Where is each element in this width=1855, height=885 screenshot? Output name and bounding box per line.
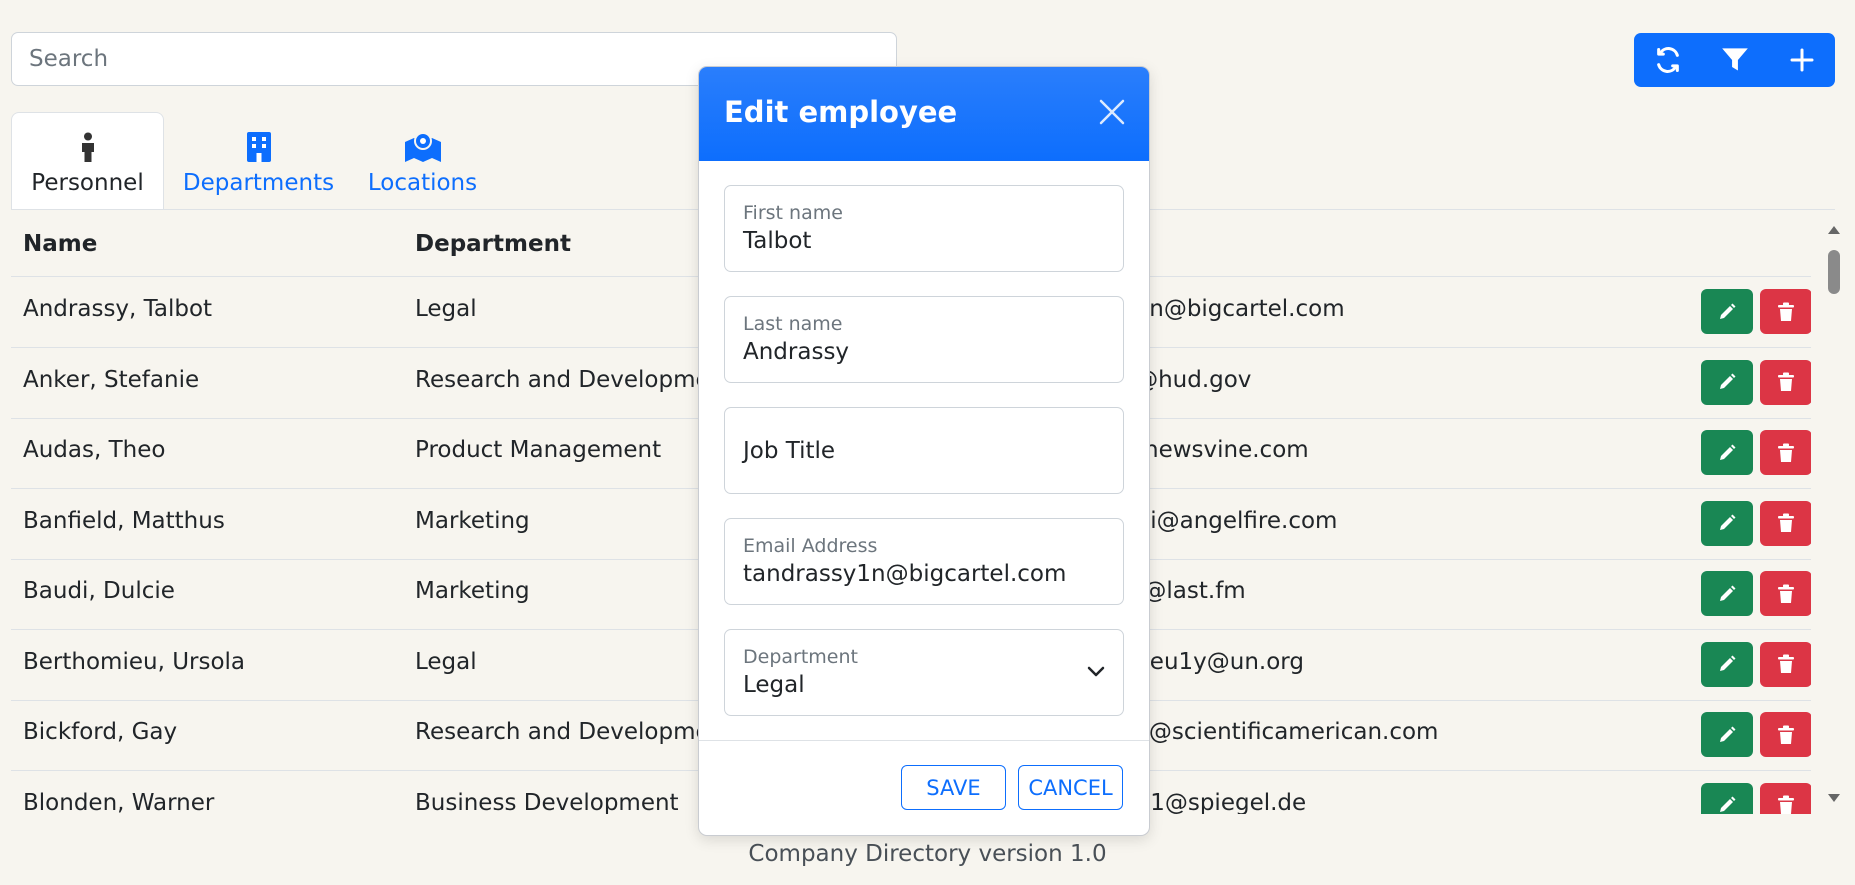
employee-department: Marketing bbox=[415, 507, 530, 534]
tab-personnel[interactable]: Personnel bbox=[11, 112, 164, 210]
tab-locations-label: Locations bbox=[367, 170, 478, 196]
edit-button[interactable] bbox=[1701, 500, 1753, 546]
person-icon bbox=[81, 132, 94, 162]
delete-button[interactable] bbox=[1760, 782, 1811, 814]
employee-department: Business Development bbox=[415, 789, 679, 815]
employee-name: Berthomieu, Ursola bbox=[23, 648, 246, 675]
add-button[interactable] bbox=[1768, 33, 1835, 87]
edit-button[interactable] bbox=[1701, 571, 1753, 616]
plus-icon bbox=[1790, 48, 1813, 72]
employee-department: Research and Development bbox=[415, 719, 734, 745]
edit-button[interactable] bbox=[1701, 430, 1753, 475]
email-value: tandrassy1n@bigcartel.com bbox=[743, 561, 1067, 587]
pencil-icon bbox=[1720, 726, 1736, 742]
edit-button[interactable] bbox=[1701, 712, 1753, 757]
delete-button[interactable] bbox=[1760, 712, 1811, 757]
pencil-icon bbox=[1720, 444, 1736, 460]
modal-header: Edit employee bbox=[699, 67, 1149, 161]
trash-icon bbox=[1778, 513, 1794, 532]
trash-icon bbox=[1778, 654, 1794, 673]
refresh-icon bbox=[1656, 47, 1679, 73]
edit-employee-modal: Edit employee First name Talbot Last nam… bbox=[698, 66, 1150, 836]
map-location-icon bbox=[404, 132, 441, 162]
department-value: Legal bbox=[743, 672, 805, 698]
trash-icon bbox=[1778, 584, 1794, 603]
trash-icon bbox=[1778, 302, 1794, 321]
last-name-label: Last name bbox=[743, 313, 843, 335]
email-label: Email Address bbox=[743, 535, 878, 557]
modal-footer-divider bbox=[699, 740, 1149, 741]
footer-version: Company Directory version 1.0 bbox=[748, 841, 1107, 867]
job-title-placeholder: Job Title bbox=[743, 438, 836, 464]
last-name-value: Andrassy bbox=[743, 339, 850, 365]
delete-button[interactable] bbox=[1760, 571, 1811, 616]
delete-button[interactable] bbox=[1760, 430, 1811, 475]
tab-locations[interactable]: Locations bbox=[359, 112, 486, 210]
pencil-icon bbox=[1720, 796, 1736, 812]
delete-button[interactable] bbox=[1760, 641, 1811, 687]
modal-title: Edit employee bbox=[724, 95, 958, 129]
employee-name: Andrassy, Talbot bbox=[23, 296, 213, 322]
employee-email: y1n@bigcartel.com bbox=[1121, 296, 1345, 322]
edit-button[interactable] bbox=[1701, 289, 1753, 334]
pencil-icon bbox=[1720, 373, 1736, 389]
tab-departments-label: Departments bbox=[182, 170, 335, 196]
employee-department: Legal bbox=[415, 648, 477, 675]
employee-department: Marketing bbox=[415, 578, 530, 604]
last-name-field[interactable]: Last name Andrassy bbox=[724, 296, 1124, 383]
employee-email: d1i@angelfire.com bbox=[1121, 507, 1338, 534]
table-scrollbar[interactable] bbox=[1823, 222, 1845, 806]
employee-name: Baudi, Dulcie bbox=[23, 578, 175, 604]
employee-department: Product Management bbox=[415, 437, 662, 463]
pencil-icon bbox=[1720, 655, 1736, 671]
employee-name: Audas, Theo bbox=[23, 437, 166, 463]
trash-icon bbox=[1778, 725, 1794, 744]
building-icon bbox=[246, 132, 271, 162]
employee-email: dk@scientificamerican.com bbox=[1121, 719, 1439, 745]
employee-name: Anker, Stefanie bbox=[23, 366, 200, 393]
edit-button[interactable] bbox=[1701, 641, 1753, 687]
employee-department: Legal bbox=[415, 296, 477, 322]
pencil-icon bbox=[1720, 514, 1736, 530]
filter-icon bbox=[1721, 48, 1748, 71]
delete-button[interactable] bbox=[1760, 289, 1811, 334]
refresh-button[interactable] bbox=[1634, 33, 1701, 87]
chevron-down-icon bbox=[1087, 666, 1105, 677]
job-title-field[interactable]: Job Title bbox=[724, 407, 1124, 494]
header-name: Name bbox=[23, 231, 98, 257]
tab-personnel-label: Personnel bbox=[31, 170, 144, 196]
close-icon[interactable] bbox=[1098, 98, 1126, 126]
edit-button[interactable] bbox=[1701, 782, 1753, 814]
pencil-icon bbox=[1720, 585, 1736, 601]
toolbar-button-group bbox=[1634, 33, 1835, 87]
employee-name: Blonden, Warner bbox=[23, 789, 215, 815]
delete-button[interactable] bbox=[1760, 359, 1811, 405]
trash-icon bbox=[1778, 795, 1794, 814]
employee-name: Bickford, Gay bbox=[23, 719, 178, 745]
email-field[interactable]: Email Address tandrassy1n@bigcartel.com bbox=[724, 518, 1124, 605]
employee-name: Banfield, Matthus bbox=[23, 507, 225, 534]
first-name-field[interactable]: First name Talbot bbox=[724, 185, 1124, 272]
first-name-label: First name bbox=[743, 202, 843, 224]
tab-departments[interactable]: Departments bbox=[176, 112, 341, 210]
first-name-value: Talbot bbox=[743, 228, 812, 254]
cancel-button[interactable]: CANCEL bbox=[1018, 765, 1123, 810]
header-department: Department bbox=[415, 231, 571, 257]
department-label: Department bbox=[743, 646, 858, 668]
edit-button[interactable] bbox=[1701, 359, 1753, 405]
department-select[interactable]: Department Legal bbox=[724, 629, 1124, 716]
trash-icon bbox=[1778, 443, 1794, 462]
delete-button[interactable] bbox=[1760, 500, 1811, 546]
save-button[interactable]: SAVE bbox=[901, 765, 1006, 810]
employee-department: Research and Development bbox=[415, 366, 734, 393]
filter-button[interactable] bbox=[1701, 33, 1768, 87]
pencil-icon bbox=[1720, 303, 1736, 319]
trash-icon bbox=[1778, 372, 1794, 391]
